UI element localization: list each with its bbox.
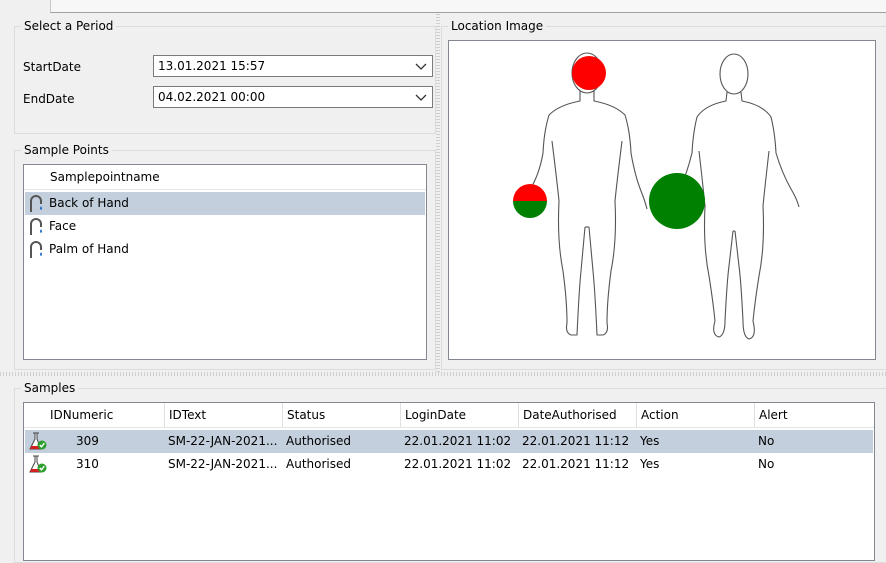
table-row[interactable]: 310 SM-22-JAN-2021... Authorised 22.01.2… bbox=[25, 453, 873, 476]
tab-strip bbox=[50, 0, 886, 13]
lab-flask-icon bbox=[29, 455, 47, 473]
list-item[interactable]: Back of Hand bbox=[25, 192, 425, 215]
body-diagram bbox=[513, 52, 800, 340]
back-of-hand-hotspot bbox=[513, 184, 547, 218]
tap-icon bbox=[30, 218, 42, 235]
tap-icon bbox=[30, 195, 42, 212]
period-group: Select a Period bbox=[14, 19, 436, 134]
chevron-down-icon[interactable] bbox=[412, 56, 430, 76]
cell-idnumeric: 310 bbox=[76, 457, 99, 471]
start-date-label: StartDate bbox=[23, 60, 81, 74]
cell-action: Yes bbox=[640, 434, 660, 448]
end-date-value: 04.02.2021 00:00 bbox=[158, 90, 266, 104]
samples-table[interactable]: IDNumeric IDText Status LoginDate DateAu… bbox=[23, 402, 875, 561]
samples-group-title: Samples bbox=[21, 381, 79, 395]
table-row[interactable]: 309 SM-22-JAN-2021... Authorised 22.01.2… bbox=[25, 430, 873, 453]
cell-logindate: 22.01.2021 11:02 bbox=[404, 457, 512, 471]
vertical-splitter[interactable] bbox=[436, 14, 440, 372]
location-image bbox=[448, 40, 876, 360]
horizontal-splitter[interactable] bbox=[0, 372, 886, 376]
end-date-label: EndDate bbox=[23, 92, 75, 106]
palm-hotspot bbox=[649, 173, 705, 229]
cell-idtext: SM-22-JAN-2021... bbox=[168, 434, 278, 448]
column-header-alert[interactable]: Alert bbox=[755, 403, 874, 427]
list-item[interactable]: Face bbox=[25, 215, 425, 238]
column-header-logindate[interactable]: LoginDate bbox=[401, 403, 519, 427]
cell-status: Authorised bbox=[286, 457, 351, 471]
cell-dateauthorised: 22.01.2021 11:12 bbox=[522, 434, 630, 448]
sample-point-name: Back of Hand bbox=[49, 196, 129, 210]
sample-point-name: Face bbox=[49, 219, 77, 233]
location-image-group-title: Location Image bbox=[448, 19, 547, 33]
cell-logindate: 22.01.2021 11:02 bbox=[404, 434, 512, 448]
start-date-value: 13.01.2021 15:57 bbox=[158, 59, 266, 73]
cell-dateauthorised: 22.01.2021 11:12 bbox=[522, 457, 630, 471]
cell-idnumeric: 309 bbox=[76, 434, 99, 448]
column-header-action[interactable]: Action bbox=[637, 403, 755, 427]
face-hotspot bbox=[572, 56, 606, 90]
sample-point-name: Palm of Hand bbox=[49, 242, 129, 256]
end-date-combo[interactable]: 04.02.2021 00:00 bbox=[153, 86, 433, 108]
period-group-title: Select a Period bbox=[21, 19, 117, 33]
chevron-down-icon[interactable] bbox=[412, 87, 430, 107]
cell-idtext: SM-22-JAN-2021... bbox=[168, 457, 278, 471]
tap-icon bbox=[30, 241, 42, 258]
cell-action: Yes bbox=[640, 457, 660, 471]
cell-status: Authorised bbox=[286, 434, 351, 448]
column-header-idnumeric[interactable]: IDNumeric bbox=[46, 403, 165, 427]
column-header-dateauthorised[interactable]: DateAuthorised bbox=[519, 403, 637, 427]
column-header-status[interactable]: Status bbox=[283, 403, 401, 427]
list-item[interactable]: Palm of Hand bbox=[25, 238, 425, 261]
column-header-samplepointname[interactable]: Samplepointname bbox=[46, 165, 426, 189]
start-date-combo[interactable]: 13.01.2021 15:57 bbox=[153, 55, 433, 77]
lab-flask-icon bbox=[29, 432, 47, 450]
cell-alert: No bbox=[758, 457, 775, 471]
sample-points-group-title: Sample Points bbox=[21, 143, 112, 157]
sample-points-list[interactable]: Samplepointname Back of Hand Face Palm o… bbox=[23, 164, 427, 360]
column-header-idtext[interactable]: IDText bbox=[165, 403, 283, 427]
cell-alert: No bbox=[758, 434, 775, 448]
